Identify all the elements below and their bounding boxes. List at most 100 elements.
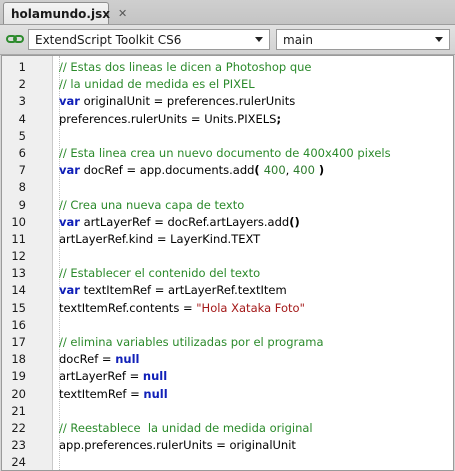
line-number: 18 [11,352,26,367]
code-text: // elimina variables utilizadas por el p… [59,334,324,351]
code-token-ident: textItemRef.contents = [59,300,197,315]
code-line[interactable]: 17 // elimina variables utilizadas por el… [11,334,453,351]
line-number: 23 [11,438,26,453]
code-line[interactable]: 14 var textItemRef = artLayerRef.textItem [11,282,453,299]
code-text: var docRef = app.documents.add( 400, 400… [59,162,324,179]
code-token-number: 400 [263,163,286,178]
code-line[interactable]: 13 // Establecer el contenido del texto [11,265,453,282]
target-toolbar: ExtendScript Toolkit CS6 main [0,25,455,55]
engine-select[interactable]: main [276,29,450,50]
code-token-comment: // Establecer el contenido del texto [59,266,261,281]
code-text: var artLayerRef = docRef.artLayers.add() [59,214,300,231]
code-line[interactable]: 21 [11,403,453,420]
code-line[interactable]: 12 [11,248,453,265]
code-token-comment: // Crea una nueva capa de texto [59,197,245,212]
line-number: 19 [11,369,26,384]
line-number: 8 [18,180,26,195]
engine-value: main [283,32,313,47]
code-line[interactable]: 20 textItemRef = null [11,386,453,403]
code-text: preferences.rulerUnits = Units.PIXELS; [59,111,281,128]
code-line[interactable]: 16 [11,317,453,334]
code-line[interactable]: 10 var artLayerRef = docRef.artLayers.add… [11,214,453,231]
line-number: 10 [11,214,26,229]
code-token-number: 400 [292,163,315,178]
code-token-bold: ; [276,111,282,126]
code-token-bold: () [289,214,300,229]
line-number: 24 [11,455,26,470]
code-text: // Establecer el contenido del texto [59,265,260,282]
line-number: 5 [18,128,26,143]
code-line[interactable]: 15 textItemRef.contents = "Hola Xataka Fo… [11,300,453,317]
line-number: 6 [18,145,26,160]
code-line[interactable]: 2 // la unidad de medida es el PIXEL [19,76,453,93]
code-token-comment: // Reestablece la unidad de medida origi… [59,420,313,435]
code-text: artLayerRef = null [59,368,167,385]
code-area[interactable]: 1 // Estas dos lineas le dicen a Photosho… [11,56,453,470]
line-number: 1 [18,60,26,74]
code-text: textItemRef = null [59,386,168,403]
code-token-keyword: var [59,163,80,178]
code-line[interactable]: 23 app.preferences.rulerUnits = originalU… [11,437,453,454]
code-token-string: "Hola Xataka Foto" [196,300,305,315]
line-number: 9 [18,197,26,212]
target-application-select[interactable]: ExtendScript Toolkit CS6 [28,29,270,50]
line-number: 14 [11,283,26,298]
code-token-comment: // Esta linea crea un nuevo documento de… [59,145,391,160]
code-line[interactable]: 8 [19,179,453,196]
code-line[interactable]: 9 // Crea una nueva capa de texto [19,197,453,214]
code-line[interactable]: 24 [11,454,453,470]
code-text: // Reestablece la unidad de medida origi… [59,420,313,437]
code-token-ident: artLayerRef.kind = LayerKind.TEXT [59,231,261,246]
code-line[interactable]: 22 // Reestablece la unidad de medida ori… [11,420,453,437]
code-token-bold: ( [254,163,264,178]
code-token-ident: artLayerRef = docRef.artLayers.add [79,214,290,229]
line-number: 17 [11,335,26,349]
line-number: 13 [11,266,26,281]
code-token-ident: app.preferences.rulerUnits = originalUni… [59,438,296,453]
code-text: textItemRef.contents = "Hola Xataka Foto… [59,300,305,317]
line-number: 21 [11,403,26,418]
document-tab-bar: holamundo.jsx ✕ [0,0,455,25]
code-token-comment: // la unidad de medida es el PIXEL [59,77,255,92]
code-token-ident: textItemRef = [59,386,144,401]
code-line[interactable]: 18 docRef = null [11,351,453,368]
code-token-ident: originalUnit = preferences.rulerUnits [79,94,296,109]
code-token-comment: // elimina variables utilizadas por el p… [59,335,324,349]
code-token-keyword: null [143,386,168,401]
code-token-ident: , [285,163,293,178]
close-icon[interactable]: ✕ [118,8,127,19]
code-text: var originalUnit = preferences.rulerUnit… [59,93,295,110]
code-token-keyword: null [142,369,168,384]
line-number: 12 [11,249,26,264]
code-text: var textItemRef = artLayerRef.textItem [59,282,287,299]
code-line[interactable]: 7 var docRef = app.documents.add( 400, 40… [19,162,453,179]
code-token-ident: preferences.rulerUnits = Units.PIXELS [59,111,277,126]
code-line[interactable]: 4 preferences.rulerUnits = Units.PIXELS; [19,111,453,128]
code-lines: 1 // Estas dos lineas le dicen a Photosho… [11,59,453,470]
code-line[interactable]: 5 [19,128,453,145]
code-token-keyword: var [59,94,80,109]
tab-holamundo[interactable]: holamundo.jsx ✕ [3,2,127,24]
line-number: 2 [18,77,26,92]
code-token-ident: docRef = app.documents.add [79,163,255,178]
code-token-bold: ) [314,163,325,178]
code-text: app.preferences.rulerUnits = originalUni… [59,437,296,454]
line-number: 11 [11,231,26,246]
code-token-ident: artLayerRef = [59,369,143,384]
extendscript-editor-window: holamundo.jsx ✕ ExtendScript Toolkit CS6… [0,0,455,471]
chevron-down-icon [435,37,443,42]
code-line[interactable]: 6 // Esta linea crea un nuevo documento d… [19,145,453,162]
chevron-down-icon [255,37,263,42]
code-token-keyword: var [59,283,80,298]
code-token-ident: textItemRef = artLayerRef.textItem [79,283,287,298]
code-editor[interactable]: 1 // Estas dos lineas le dicen a Photosho… [1,55,454,471]
code-line[interactable]: 1 // Estas dos lineas le dicen a Photosho… [19,59,453,76]
code-text: // Estas dos lineas le dicen a Photoshop… [59,59,312,76]
line-number: 7 [18,163,26,178]
code-line[interactable]: 3 var originalUnit = preferences.rulerUni… [19,93,453,110]
code-line[interactable]: 19 artLayerRef = null [11,368,453,385]
line-number: 22 [11,420,26,435]
code-line[interactable]: 11 artLayerRef.kind = LayerKind.TEXT [11,231,453,248]
link-chain-icon[interactable] [6,33,24,45]
line-number: 3 [18,94,26,109]
